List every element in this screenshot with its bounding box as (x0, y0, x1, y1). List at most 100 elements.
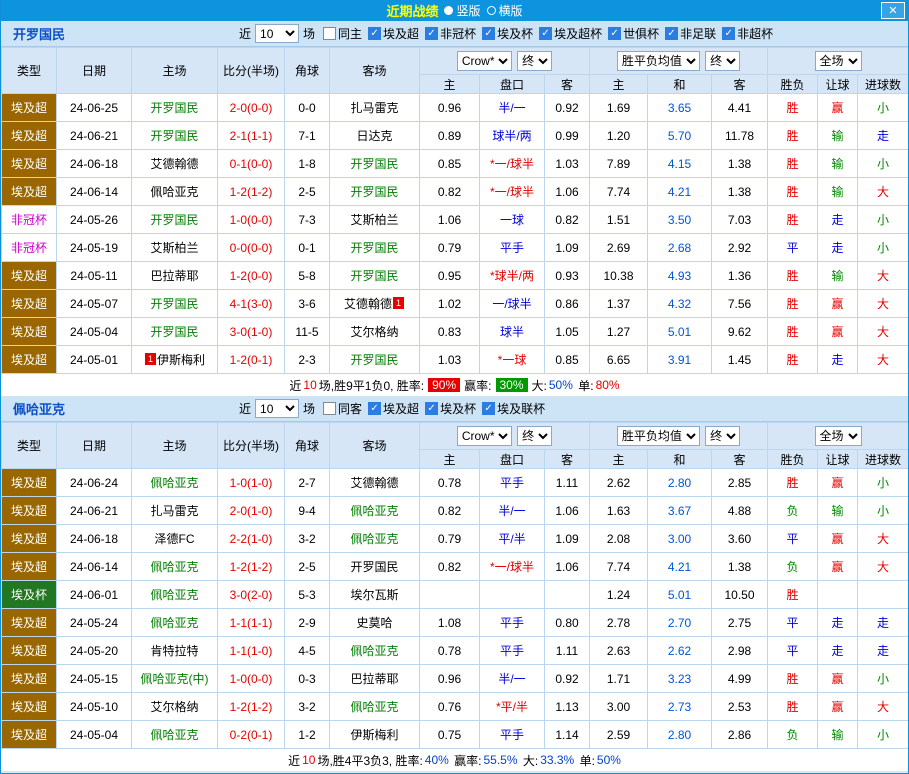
asian-final-select[interactable]: 终 (517, 51, 553, 71)
competition-filters: 同主 ✓ 埃及超 ✓ 非冠杯 ✓ 埃及杯 ✓ 埃及超杯 ✓ 世俱杯 ✓ 非足联 ✓ 非超杯 (323, 25, 773, 42)
away-team-name: 艾尔格纳 (350, 325, 399, 339)
filter-checkbox[interactable]: ✓ 世俱杯 (608, 25, 659, 42)
euro-away-odds-cell: 11.78 (710, 121, 769, 150)
handicap-cell: *一球 (479, 345, 545, 374)
asian-company-select[interactable]: Crow* (456, 51, 512, 71)
result-cell: 胜 (767, 177, 819, 206)
euro-company-select[interactable]: 胜平负均值 (616, 426, 700, 446)
handicap-cell: *一/球半 (479, 177, 545, 206)
euro-home-odds-cell: 10.38 (589, 261, 648, 290)
result-cell: 胜 (767, 345, 819, 374)
home-team-cell: 开罗国民 (131, 317, 218, 346)
euro-home-odds-cell: 2.69 (589, 233, 648, 262)
asian-away-odds-cell: 1.09 (544, 233, 590, 262)
home-team-name: 开罗国民 (150, 213, 199, 227)
score-cell: 2-2(1-0) (217, 524, 285, 553)
filter-checkbox[interactable]: ✓ 埃及联杯 (482, 400, 545, 417)
handicap-cell: 半/一 (479, 496, 545, 525)
home-team-name: 巴拉蒂耶 (150, 269, 199, 283)
result-cell: 胜 (767, 692, 819, 721)
euro-away-odds-cell: 2.53 (710, 692, 769, 721)
home-team-cell: 肯特拉特 (131, 636, 218, 665)
match-date-cell: 24-06-21 (56, 496, 132, 525)
result-cell: 胜 (767, 121, 819, 150)
score-cell: 0-2(0-1) (217, 720, 285, 749)
asian-home-odds-cell: 0.85 (419, 149, 480, 178)
layout-vertical-radio[interactable]: 竖版 (444, 2, 481, 19)
goals-result-cell: 大 (857, 289, 908, 318)
away-team-cell: 开罗国民 (329, 345, 420, 374)
score-cell: 1-0(1-0) (217, 468, 285, 497)
filter-checkbox-label: 埃及超 (383, 402, 420, 416)
match-date-cell: 24-05-04 (56, 317, 132, 346)
filter-checkbox[interactable]: ✓ 埃及超 (368, 25, 419, 42)
away-team-name: 巴拉蒂耶 (350, 672, 399, 686)
layout-horizontal-radio[interactable]: 横版 (486, 2, 523, 19)
score-cell: 1-0(0-0) (217, 205, 285, 234)
handicap-result-cell: 输 (817, 261, 859, 290)
filter-checkbox[interactable]: ✓ 埃及超杯 (539, 25, 602, 42)
away-team-cell: 佩哈亚克 (329, 692, 420, 721)
filter-checkbox[interactable]: ✓ 埃及杯 (482, 25, 533, 42)
handicap-result-cell (817, 580, 859, 609)
filter-checkbox-label: 非足联 (680, 27, 717, 41)
away-team-cell: 佩哈亚克 (329, 636, 420, 665)
euro-home-odds-cell: 2.78 (589, 608, 648, 637)
euro-final-select[interactable]: 终 (705, 426, 741, 446)
handicap-cell (479, 580, 545, 609)
home-team-name: 伊斯梅利 (156, 353, 205, 367)
filter-checkbox[interactable]: ✓ 埃及超 (368, 400, 419, 417)
match-date-cell: 24-05-26 (56, 205, 132, 234)
asian-away-odds-cell: 1.06 (544, 177, 590, 206)
asian-final-select[interactable]: 终 (517, 426, 553, 446)
match-date-cell: 24-05-10 (56, 692, 132, 721)
filter-checkbox[interactable]: ✓ 非足联 (665, 25, 716, 42)
col-header-type: 类型 (1, 422, 57, 469)
match-date-cell: 24-05-19 (56, 233, 132, 262)
filter-checkbox[interactable]: 同主 (323, 25, 362, 42)
league-type-cell: 埃及超 (1, 177, 57, 206)
goals-result-cell: 大 (857, 345, 908, 374)
filter-checkbox[interactable]: 同客 (323, 400, 362, 417)
match-date-cell: 24-06-18 (56, 149, 132, 178)
filter-checkbox[interactable]: ✓ 非超杯 (722, 25, 773, 42)
subcol-result: 胜负 (767, 74, 819, 94)
asian-company-select[interactable]: Crow* (456, 426, 512, 446)
home-team-cell: 佩哈亚克 (131, 177, 218, 206)
asian-home-odds-cell: 0.82 (419, 177, 480, 206)
match-row: 埃及超 24-05-24 佩哈亚克 1-1(1-1) 2-9 史莫哈 1.08 平手 0.80 2… (1, 608, 908, 637)
euro-odds-header: 胜平负均值 终 (588, 47, 769, 75)
euro-home-odds-cell: 1.63 (589, 496, 648, 525)
checkbox-checked-icon: ✓ (608, 27, 622, 40)
handicap-cell: 一/球半 (479, 289, 545, 318)
match-count-select[interactable]: 10 (255, 399, 300, 418)
asian-away-odds-cell: 0.86 (544, 289, 590, 318)
away-team-name: 开罗国民 (350, 157, 399, 171)
euro-home-odds-cell: 1.37 (589, 289, 648, 318)
corner-cell: 0-3 (284, 664, 330, 693)
asian-home-odds-cell: 0.89 (419, 121, 480, 150)
euro-home-odds-cell: 2.63 (589, 636, 648, 665)
score-cell: 1-2(0-0) (217, 261, 285, 290)
euro-away-odds-cell: 2.98 (710, 636, 769, 665)
away-team-cell: 艾德翰德 (329, 468, 420, 497)
filter-checkbox[interactable]: ✓ 埃及杯 (425, 400, 476, 417)
filter-checkbox[interactable]: ✓ 非冠杯 (425, 25, 476, 42)
corner-cell: 0-1 (284, 233, 330, 262)
euro-away-odds-cell: 2.85 (710, 468, 769, 497)
match-row: 埃及超 24-06-21 扎马雷克 2-0(1-0) 9-4 佩哈亚克 0.82 半/一 1.0… (1, 496, 908, 525)
home-team-cell: 开罗国民 (131, 93, 218, 122)
home-team-name: 艾尔格纳 (150, 700, 199, 714)
subcol-goals: 进球数 (857, 449, 908, 469)
euro-final-select[interactable]: 终 (705, 51, 741, 71)
scope-select[interactable]: 全场 (814, 51, 862, 71)
euro-company-select[interactable]: 胜平负均值 (616, 51, 700, 71)
corner-cell: 3-2 (284, 524, 330, 553)
match-count-select[interactable]: 10 (255, 24, 300, 43)
scope-select[interactable]: 全场 (814, 426, 862, 446)
euro-draw-odds-cell: 5.70 (647, 121, 712, 150)
euro-home-odds-cell: 7.89 (589, 149, 648, 178)
close-button[interactable]: ✕ (881, 2, 905, 19)
asian-away-odds-cell: 1.06 (544, 552, 590, 581)
checkbox-checked-icon: ✓ (482, 402, 496, 415)
